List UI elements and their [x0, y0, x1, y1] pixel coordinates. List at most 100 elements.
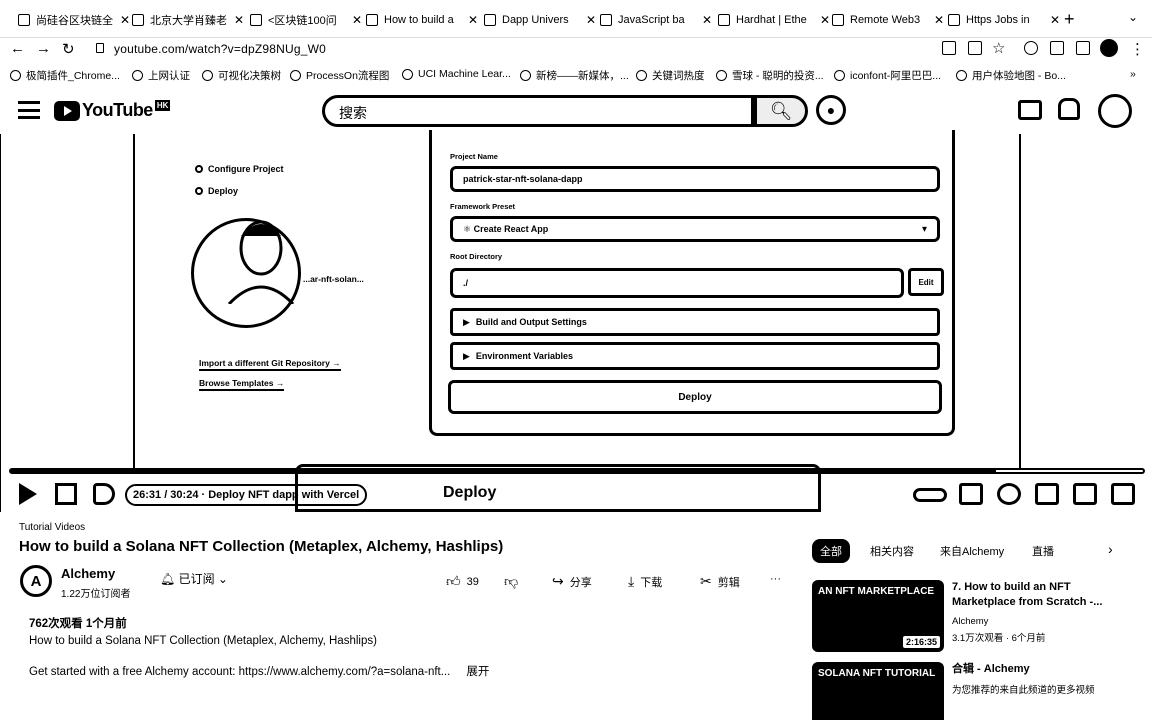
search-button[interactable]: 🔍︎	[754, 95, 808, 127]
tab-search-chevron-icon[interactable]: ⌄	[1128, 10, 1138, 24]
fullscreen-icon[interactable]	[1111, 483, 1135, 505]
close-tab-icon[interactable]: ✕	[1050, 13, 1060, 27]
url-field[interactable]: youtube.com/watch?v=dpZ98NUg_W0	[114, 42, 326, 56]
next-video-icon[interactable]	[55, 483, 77, 505]
tab-favicon-icon	[18, 14, 30, 26]
user-avatar[interactable]	[1098, 94, 1132, 128]
back-arrow-icon[interactable]: ←	[10, 40, 25, 57]
dislike-button[interactable]: 👎︎	[504, 573, 524, 590]
reload-icon[interactable]: ↻	[62, 40, 75, 58]
browser-tab[interactable]: How to build a ✕	[366, 8, 478, 32]
vercel-steps-panel: Configure Project Deploy	[195, 164, 395, 208]
bookmark-item[interactable]: 可视化决策树	[202, 68, 281, 83]
field-label: Root Directory	[450, 252, 503, 261]
chip-from-channel[interactable]: 来自Alchemy	[932, 539, 1012, 563]
subscribed-button[interactable]: 🔔︎ 已订阅 ⌄	[160, 570, 228, 587]
subtitles-icon[interactable]	[959, 483, 983, 505]
recommended-title[interactable]: 合辑 - Alchemy	[952, 662, 1117, 677]
browser-tab[interactable]: Remote Web3 ✕	[832, 8, 944, 32]
bookmark-item[interactable]: 雪球 - 聪明的投资...	[716, 68, 824, 83]
youtube-logo[interactable]: YouTube HK	[54, 100, 171, 121]
channel-name[interactable]: Alchemy	[61, 566, 115, 581]
browser-tab[interactable]: Https Jobs in ✕	[948, 8, 1060, 32]
video-progress-bar[interactable]	[9, 468, 1145, 474]
share-arrow-icon: ↪	[552, 573, 564, 589]
time-chapter-chip[interactable]: 26:31 / 30:24 · Deploy NFT dapp with Ver…	[125, 484, 368, 506]
browser-menu-icon[interactable]: ⋮	[1130, 40, 1145, 58]
video-thumbnail[interactable]: AN NFT MARKETPLACE 2:16:35	[812, 580, 944, 652]
show-more-link[interactable]: 展开	[466, 666, 489, 678]
share-button[interactable]: ↪ 分享	[552, 573, 592, 590]
recommended-mix[interactable]: SOLANA NFT TUTORIAL 合辑 - Alchemy 为您推荐的来自…	[812, 662, 1132, 720]
bookmark-item[interactable]: 新榜——新媒体，...	[520, 68, 629, 83]
install-app-icon[interactable]	[942, 41, 956, 55]
close-tab-icon[interactable]: ✕	[468, 13, 478, 27]
bookmark-favicon-icon	[402, 68, 413, 80]
browser-tab[interactable]: 北京大学肖臻老 ✕	[132, 8, 244, 32]
more-bookmarks-icon[interactable]: »	[1130, 68, 1136, 80]
more-actions-button[interactable]: ···	[770, 573, 781, 585]
reading-list-icon[interactable]	[1050, 41, 1064, 55]
edit-button: Edit	[908, 268, 944, 296]
bookmark-item[interactable]: iconfont-阿里巴巴...	[834, 68, 941, 83]
new-tab-icon[interactable]: +	[1064, 9, 1075, 30]
bookmark-item[interactable]: UCI Machine Lear...	[402, 68, 511, 80]
bookmark-favicon-icon	[202, 70, 213, 81]
chevron-right-icon[interactable]: ›	[1108, 541, 1113, 557]
chip-related[interactable]: 相关内容	[862, 539, 922, 563]
create-video-icon[interactable]	[1018, 100, 1042, 120]
bookmark-item[interactable]: 上网认证	[132, 68, 190, 83]
description-box[interactable]: 762次观看 1个月前 How to build a Solana NFT Co…	[29, 615, 789, 679]
like-button[interactable]: 👍︎ 39	[446, 573, 479, 590]
video-player[interactable]: Configure Project Deploy ...ar-nft-solan…	[0, 130, 1152, 512]
browser-tab[interactable]: <区块链100问 ✕	[250, 8, 362, 32]
autoplay-toggle[interactable]	[913, 488, 947, 502]
bookmark-item[interactable]: 关键词热度	[636, 68, 705, 83]
side-panel-icon[interactable]	[1076, 41, 1090, 55]
bookmark-favicon-icon	[132, 70, 143, 81]
close-tab-icon[interactable]: ✕	[702, 13, 712, 27]
search-input[interactable]: 搜索	[322, 95, 754, 127]
recommended-video[interactable]: AN NFT MARKETPLACE 2:16:35 7. How to buil…	[812, 580, 1132, 656]
forward-arrow-icon[interactable]: →	[36, 40, 51, 57]
settings-gear-icon[interactable]	[997, 483, 1021, 505]
close-tab-icon[interactable]: ✕	[586, 13, 596, 27]
download-button[interactable]: ⤓ 下载	[628, 573, 662, 590]
close-tab-icon[interactable]: ✕	[120, 13, 130, 27]
bookmark-star-icon[interactable]: ☆	[992, 39, 1005, 57]
browser-tab[interactable]: 尚硅谷区块链全 ✕	[18, 8, 130, 32]
video-frame[interactable]: Configure Project Deploy ...ar-nft-solan…	[133, 130, 1021, 468]
voice-search-button[interactable]: ●	[816, 95, 846, 125]
browser-tab-active[interactable]: Dapp Univers ✕	[484, 8, 596, 32]
mix-thumbnail[interactable]: SOLANA NFT TUTORIAL	[812, 662, 944, 720]
notifications-bell-icon[interactable]	[1058, 98, 1080, 120]
close-tab-icon[interactable]: ✕	[820, 13, 830, 27]
profile-avatar[interactable]	[1100, 39, 1118, 57]
share-icon[interactable]	[968, 41, 982, 55]
bookmark-item[interactable]: ProcessOn流程图	[290, 68, 389, 83]
bookmark-item[interactable]: 极简插件_Chrome...	[10, 68, 120, 83]
close-tab-icon[interactable]: ✕	[934, 13, 944, 27]
recommended-channel[interactable]: Alchemy	[952, 616, 988, 627]
extensions-icon[interactable]	[1024, 41, 1038, 55]
thumbs-down-icon: 👎︎	[504, 573, 519, 589]
close-tab-icon[interactable]: ✕	[352, 13, 362, 27]
clip-button[interactable]: ✂ 剪辑	[700, 573, 740, 590]
theater-mode-icon[interactable]	[1073, 483, 1097, 505]
browser-tab[interactable]: Hardhat | Ethe ✕	[718, 8, 830, 32]
hamburger-menu-icon[interactable]	[18, 101, 40, 119]
browser-tab[interactable]: JavaScript ba ✕	[600, 8, 712, 32]
video-title: How to build a Solana NFT Collection (Me…	[19, 538, 504, 555]
recommended-title[interactable]: 7. How to build an NFT Marketplace from …	[952, 580, 1117, 610]
play-icon[interactable]	[19, 483, 37, 505]
lock-icon[interactable]	[96, 43, 104, 53]
view-count-date: 762次观看 1个月前	[29, 618, 127, 630]
volume-icon[interactable]	[93, 483, 115, 505]
miniplayer-icon[interactable]	[1035, 483, 1059, 505]
video-category[interactable]: Tutorial Videos	[19, 522, 85, 533]
close-tab-icon[interactable]: ✕	[234, 13, 244, 27]
chip-live[interactable]: 直播	[1024, 539, 1062, 563]
bookmark-item[interactable]: 用户体验地图 - Bo...	[956, 68, 1066, 83]
channel-avatar[interactable]: A	[20, 565, 52, 597]
chip-all[interactable]: 全部	[812, 539, 850, 563]
